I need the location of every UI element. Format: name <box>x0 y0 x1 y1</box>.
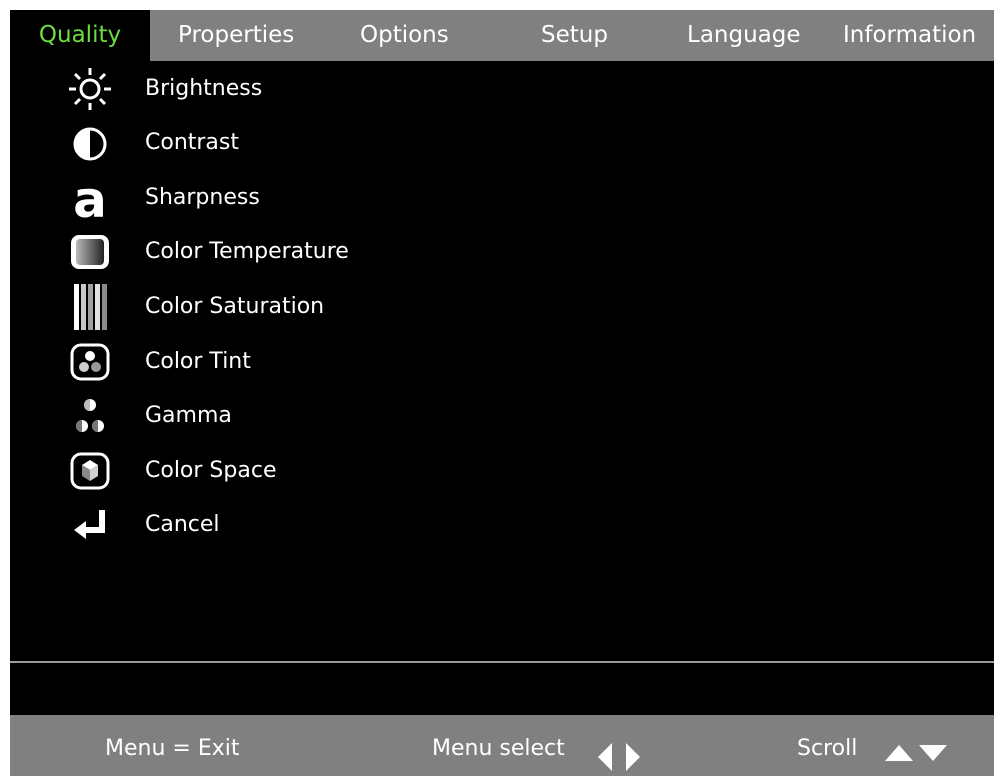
tab-quality[interactable]: Quality <box>10 10 150 61</box>
menu-label-color-saturation: Color Saturation <box>145 294 325 319</box>
tab-properties[interactable]: Properties <box>178 10 294 61</box>
saturation-bars-icon <box>62 284 118 330</box>
menu-label-color-temperature: Color Temperature <box>145 239 349 264</box>
menu-label-color-tint: Color Tint <box>145 349 251 374</box>
menu-item-sharpness[interactable]: a Sharpness <box>10 171 994 225</box>
menu-label-sharpness: Sharpness <box>145 185 260 210</box>
tab-options[interactable]: Options <box>360 10 449 61</box>
menu-label-brightness: Brightness <box>145 76 263 101</box>
scroll-hint: Scroll <box>797 736 858 761</box>
menu-exit-hint: Menu = Exit <box>105 736 240 761</box>
up-down-arrows-icon <box>885 745 947 761</box>
tab-bar: Quality Properties Options Setup Languag… <box>10 10 994 61</box>
menu-item-color-tint[interactable]: Color Tint <box>10 335 994 389</box>
tab-setup[interactable]: Setup <box>541 10 608 61</box>
menu-item-color-saturation[interactable]: Color Saturation <box>10 280 994 334</box>
half-circle-icon <box>62 120 118 166</box>
gamma-dots-icon <box>62 393 118 439</box>
color-cube-icon <box>62 448 118 494</box>
return-arrow-icon <box>62 502 118 548</box>
menu-item-brightness[interactable]: Brightness <box>10 62 994 116</box>
tab-information[interactable]: Information <box>843 10 976 61</box>
menu-item-cancel[interactable]: Cancel <box>10 498 994 552</box>
menu-item-contrast[interactable]: Contrast <box>10 116 994 170</box>
menu-select-hint: Menu select <box>432 736 565 761</box>
tint-dots-icon <box>62 339 118 385</box>
sun-icon <box>62 66 118 112</box>
menu-label-color-space: Color Space <box>145 458 277 483</box>
osd-menu-screen: Quality Properties Options Setup Languag… <box>10 10 994 776</box>
tab-language[interactable]: Language <box>687 10 801 61</box>
left-right-arrows-icon <box>598 743 640 771</box>
letter-a-icon: a <box>62 175 118 221</box>
menu-label-cancel: Cancel <box>145 512 220 537</box>
screen-gradient-icon <box>62 229 118 275</box>
status-bar: Menu = Exit Menu select Scroll <box>10 715 994 776</box>
menu-item-color-temperature[interactable]: Color Temperature <box>10 225 994 279</box>
menu-item-color-space[interactable]: Color Space <box>10 444 994 498</box>
svg-text:a: a <box>73 175 107 221</box>
menu-label-gamma: Gamma <box>145 403 232 428</box>
divider <box>10 661 994 663</box>
menu-item-gamma[interactable]: Gamma <box>10 389 994 443</box>
menu-label-contrast: Contrast <box>145 130 240 155</box>
